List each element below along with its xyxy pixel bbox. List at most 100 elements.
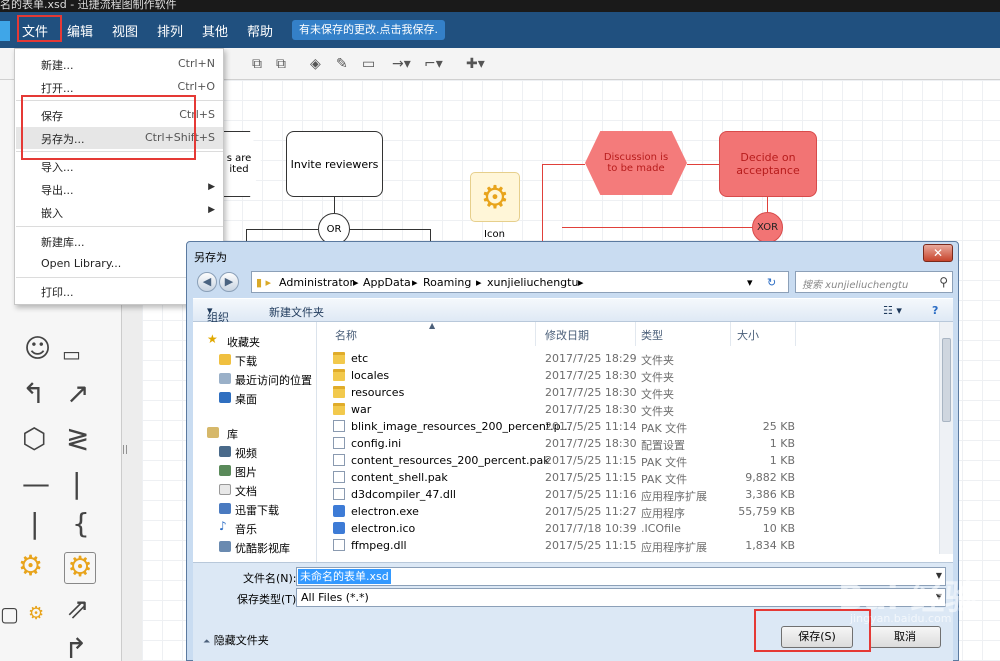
menu-item-new[interactable]: 新建... Ctrl+N bbox=[16, 53, 223, 75]
search-input[interactable]: 搜索 xunjieliuchengtu ⚲ bbox=[795, 271, 953, 293]
file-date: 2017/5/25 11:14 bbox=[545, 420, 637, 433]
search-icon[interactable]: ⚲ bbox=[939, 275, 948, 289]
back-button[interactable]: ◀ bbox=[197, 272, 217, 292]
new-folder-button[interactable]: 新建文件夹 bbox=[269, 304, 324, 320]
file-name: config.ini bbox=[351, 437, 402, 450]
square-shape-icon[interactable]: ▢ bbox=[0, 600, 19, 628]
brace-shape-icon[interactable]: { bbox=[72, 510, 90, 538]
menu-other[interactable]: 其他 bbox=[202, 21, 228, 40]
gear-shape-icon[interactable]: ⚙ bbox=[18, 552, 43, 580]
chevron-right-icon[interactable]: ▸ bbox=[353, 276, 359, 289]
menu-item-embed[interactable]: 嵌入 ▶ bbox=[16, 201, 223, 223]
corner-arrow-shape-icon[interactable]: ↰ bbox=[22, 380, 45, 408]
vertical-line2-shape-icon[interactable]: | bbox=[30, 510, 39, 538]
shadow-icon[interactable]: ▭ bbox=[362, 56, 375, 72]
scrollbar-thumb[interactable] bbox=[942, 338, 951, 422]
forward-button[interactable]: ▶ bbox=[219, 272, 239, 292]
file-name: resources bbox=[351, 386, 405, 399]
file-row[interactable]: etc 2017/7/25 18:29 文件夹 bbox=[317, 350, 937, 367]
file-size: 1 KB bbox=[769, 437, 795, 450]
discussion-hexagon[interactable]: Discussion is to be made bbox=[585, 131, 687, 195]
menu-view[interactable]: 视图 bbox=[112, 21, 138, 40]
nav-youku[interactable]: 优酷影视库 bbox=[193, 538, 317, 556]
close-button[interactable]: ✕ bbox=[923, 244, 953, 262]
nav-videos[interactable]: 视频 bbox=[193, 443, 317, 461]
breadcrumb-administrator[interactable]: Administrator bbox=[279, 276, 354, 289]
to-front-icon[interactable]: ⧉ bbox=[252, 56, 262, 72]
bent-arrow-shape-icon[interactable]: ↱ bbox=[64, 635, 87, 661]
decide-acceptance-box[interactable]: Decide on acceptance bbox=[719, 131, 817, 197]
nav-documents[interactable]: 文档 bbox=[193, 481, 317, 499]
hide-folders-toggle[interactable]: ⏶ 隐藏文件夹 bbox=[203, 632, 269, 648]
file-row[interactable]: blink_image_resources_200_percent.p... 20… bbox=[317, 418, 937, 435]
chevron-down-icon[interactable]: ▾ bbox=[747, 276, 753, 289]
column-name[interactable]: 名称 bbox=[335, 327, 357, 343]
menu-edit[interactable]: 编辑 bbox=[67, 21, 93, 40]
nav-desktop[interactable]: 桌面 bbox=[193, 389, 317, 407]
column-size[interactable]: 大小 bbox=[737, 327, 759, 343]
music-icon: ♪ bbox=[219, 519, 227, 533]
folder-icon: ▮ ▸ bbox=[256, 276, 272, 289]
connection-icon[interactable]: →▾ bbox=[392, 56, 411, 72]
fill-color-icon[interactable]: ◈ bbox=[310, 56, 321, 72]
file-row[interactable]: electron.exe 2017/5/25 11:27 应用程序 55,759 KB bbox=[317, 503, 937, 520]
callout-shape-icon[interactable]: ▭ bbox=[62, 340, 81, 368]
column-date[interactable]: 修改日期 bbox=[545, 327, 589, 343]
nav-xunlei[interactable]: 迅雷下载 bbox=[193, 500, 317, 518]
badge-shape-icon[interactable]: ⚙ bbox=[28, 600, 44, 628]
breadcrumb-roaming[interactable]: Roaming bbox=[423, 276, 471, 289]
organize-button[interactable]: 组织 ▾ bbox=[207, 304, 229, 324]
chevron-right-icon[interactable]: ▸ bbox=[578, 276, 584, 289]
line-shape-icon[interactable]: — bbox=[22, 470, 50, 498]
file-row[interactable]: config.ini 2017/7/25 18:30 配置设置 1 KB bbox=[317, 435, 937, 452]
red-connector bbox=[767, 197, 768, 212]
menu-arrange[interactable]: 排列 bbox=[157, 21, 183, 40]
view-options-icon[interactable]: ☷ ▾ bbox=[883, 304, 902, 317]
waypoints-icon[interactable]: ⌐▾ bbox=[424, 56, 443, 72]
xor-gateway[interactable]: XOR bbox=[752, 212, 783, 243]
arrow-shape-icon[interactable]: ⇗ bbox=[66, 595, 89, 623]
file-name: etc bbox=[351, 352, 369, 365]
file-row[interactable]: war 2017/7/25 18:30 文件夹 bbox=[317, 401, 937, 418]
menu-help[interactable]: 帮助 bbox=[247, 21, 273, 40]
nav-recent[interactable]: 最近访问的位置 bbox=[193, 370, 317, 388]
file-list-scrollbar[interactable] bbox=[939, 322, 953, 554]
nav-pictures[interactable]: 图片 bbox=[193, 462, 317, 480]
event-hexagon-partial[interactable]: s are ited bbox=[222, 131, 262, 197]
insert-icon[interactable]: ✚▾ bbox=[466, 56, 485, 72]
breadcrumb-xunjieliuchengtu[interactable]: xunjieliuchengtu bbox=[487, 276, 578, 289]
invite-reviewers-box[interactable]: Invite reviewers bbox=[286, 131, 383, 197]
line-color-icon[interactable]: ✎ bbox=[336, 56, 348, 72]
nav-music[interactable]: ♪ 音乐 bbox=[193, 519, 317, 537]
actor-shape-icon[interactable]: ☺ bbox=[24, 335, 51, 363]
chevron-right-icon[interactable]: ▸ bbox=[476, 276, 482, 289]
file-row[interactable]: content_resources_200_percent.pak 2017/5/… bbox=[317, 452, 937, 469]
unsaved-notice-button[interactable]: 有未保存的更改.点击我保存. bbox=[292, 20, 445, 40]
vertical-line-shape-icon[interactable]: | bbox=[72, 470, 81, 498]
address-bar[interactable]: ▮ ▸ Administrator ▸ AppData ▸ Roaming ▸ … bbox=[251, 271, 789, 293]
diagonal-arrow-shape-icon[interactable]: ↗ bbox=[66, 380, 89, 408]
nav-library[interactable]: 库 bbox=[193, 424, 317, 442]
help-icon[interactable]: ? bbox=[932, 304, 938, 317]
folder-icon bbox=[333, 369, 345, 381]
refresh-icon[interactable]: ↻ bbox=[767, 276, 776, 289]
gear-selected-shape-icon[interactable]: ⚙ bbox=[64, 552, 96, 584]
to-back-icon[interactable]: ⧉ bbox=[276, 56, 286, 72]
cube-shape-icon[interactable]: ⬡ bbox=[22, 425, 46, 453]
file-row[interactable]: resources 2017/7/25 18:30 文件夹 bbox=[317, 384, 937, 401]
nav-favorites[interactable]: ★ 收藏夹 bbox=[193, 332, 317, 350]
gear-icon[interactable]: ⚙ bbox=[470, 172, 520, 222]
file-row[interactable]: locales 2017/7/25 18:30 文件夹 bbox=[317, 367, 937, 384]
file-row[interactable]: ffmpeg.dll 2017/5/25 11:15 应用程序扩展 1,834 KB bbox=[317, 537, 937, 554]
zigzag-shape-icon[interactable]: ≷ bbox=[66, 425, 89, 453]
cancel-button[interactable]: 取消 bbox=[869, 626, 941, 648]
menu-item-export[interactable]: 导出... ▶ bbox=[16, 178, 223, 200]
file-row[interactable]: content_shell.pak 2017/5/25 11:15 PAK 文件 9,… bbox=[317, 469, 937, 486]
nav-downloads[interactable]: 下载 bbox=[193, 351, 317, 369]
breadcrumb-appdata[interactable]: AppData bbox=[363, 276, 411, 289]
file-row[interactable]: d3dcompiler_47.dll 2017/5/25 11:16 应用程序扩展 3… bbox=[317, 486, 937, 503]
file-icon bbox=[333, 539, 345, 551]
file-row[interactable]: electron.ico 2017/7/18 10:39 .ICOfile 10 KB bbox=[317, 520, 937, 537]
column-type[interactable]: 类型 bbox=[641, 327, 663, 343]
chevron-right-icon[interactable]: ▸ bbox=[412, 276, 418, 289]
